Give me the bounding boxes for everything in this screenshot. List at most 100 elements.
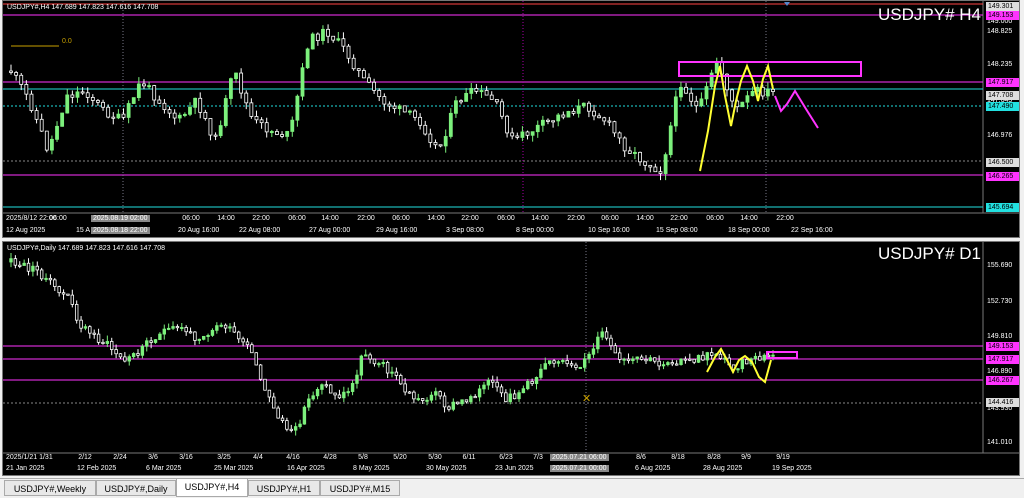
h4-chart-canvas[interactable] (3, 1, 1020, 238)
candle (609, 337, 613, 347)
candle (591, 348, 596, 355)
candle (455, 401, 460, 405)
h4-time-label: 06:00 (49, 215, 67, 222)
candle (745, 359, 749, 365)
candle (290, 119, 295, 132)
h4-time-label: 14:00 (531, 215, 549, 222)
d1-price-label: 146.267 (986, 376, 1019, 385)
candle (561, 360, 565, 363)
candle (213, 134, 218, 137)
candle (512, 393, 517, 400)
tab-weekly[interactable]: USDJPY#,Weekly (4, 480, 96, 496)
h4-price-label: 149.153 (986, 11, 1019, 20)
candle (556, 114, 561, 122)
candle (228, 326, 232, 329)
candle (229, 78, 233, 99)
candle (275, 131, 279, 135)
candle (90, 97, 95, 101)
h4-time-label: 14:00 (740, 215, 758, 222)
candle (433, 142, 438, 146)
candle (454, 100, 458, 114)
candle (13, 258, 18, 266)
candle (298, 423, 302, 427)
candle (350, 383, 355, 392)
candle (182, 113, 187, 116)
candle (474, 88, 479, 92)
candle (206, 334, 210, 337)
d1-time-label: 4/16 (286, 454, 300, 461)
d1-chart-window[interactable]: ✕ USDJPY#,Daily 147.689 147.823 147.616 … (2, 241, 1020, 476)
candle (259, 119, 264, 124)
d1-chart-canvas[interactable]: ✕ (3, 242, 1020, 476)
candle (105, 341, 110, 344)
candle (96, 333, 101, 343)
d1-time-label: 2/24 (113, 454, 127, 461)
tab-m15[interactable]: USDJPY#,M15 (320, 480, 400, 496)
candle (679, 358, 683, 365)
h4-date-label: 18 Sep 00:00 (728, 227, 770, 234)
h4-ohlc-info: USDJPY#,H4 147.689 147.823 147.616 147.7… (7, 4, 159, 11)
candle (505, 115, 509, 134)
h4-time-label: 14:00 (217, 215, 235, 222)
candle (394, 371, 399, 376)
candle (83, 326, 88, 329)
d1-date-label: 8 May 2025 (353, 465, 390, 472)
candle (177, 114, 182, 119)
candle (745, 95, 750, 103)
candle (293, 426, 298, 431)
candle (730, 89, 734, 102)
candle (762, 354, 766, 361)
candle (442, 395, 447, 408)
candle (683, 358, 688, 361)
candle (223, 324, 228, 329)
candle (39, 118, 44, 132)
candle (418, 116, 423, 126)
d1-yellow-path (706, 347, 772, 384)
candle (127, 356, 131, 362)
candle (495, 381, 499, 388)
candle (552, 360, 556, 364)
candle (569, 363, 574, 366)
candle (272, 396, 276, 409)
candle (39, 269, 44, 280)
candle (75, 91, 80, 98)
d1-price-label: 149.153 (986, 342, 1019, 351)
candle (540, 119, 545, 126)
candle (413, 110, 417, 118)
h4-time-label: 14:00 (636, 215, 654, 222)
candle (218, 125, 223, 137)
candle (504, 392, 508, 403)
candle (219, 324, 223, 327)
candle (479, 90, 484, 93)
candle (600, 331, 604, 338)
candle (627, 150, 632, 154)
tab-h1[interactable]: USDJPY#,H1 (248, 480, 320, 496)
candle (510, 132, 515, 137)
h4-chart-window[interactable]: USDJPY#,H4 147.689 147.823 147.616 147.7… (2, 0, 1020, 238)
h4-price-label: 145.694 (986, 203, 1019, 212)
candle (443, 136, 448, 147)
tab-daily[interactable]: USDJPY#,Daily (96, 480, 176, 496)
candle (638, 151, 642, 163)
d1-date-label: 12 Feb 2025 (77, 465, 117, 472)
candle (244, 92, 249, 104)
candle (198, 97, 203, 113)
candle (101, 101, 105, 108)
d1-time-label: 8/28 (707, 454, 721, 461)
h4-price-label: 147.490 (986, 102, 1019, 111)
d1-ohlc-info: USDJPY#,Daily 147.689 147.823 147.616 14… (7, 245, 166, 252)
d1-date-label: 6 Aug 2025 (635, 465, 671, 472)
d1-time-label: 8/6 (636, 454, 646, 461)
tab-h4[interactable]: USDJPY#,H4 (176, 479, 248, 497)
d1-date-label: 23 Jun 2025 (495, 465, 534, 472)
candle (459, 100, 463, 103)
candle (674, 363, 679, 366)
d1-date-label: 25 Mar 2025 (214, 465, 254, 472)
candle (320, 384, 324, 390)
candle (666, 362, 670, 366)
candle (57, 286, 61, 294)
candle (126, 103, 131, 118)
candle (582, 358, 587, 368)
candle (534, 376, 539, 384)
candle (359, 355, 364, 376)
